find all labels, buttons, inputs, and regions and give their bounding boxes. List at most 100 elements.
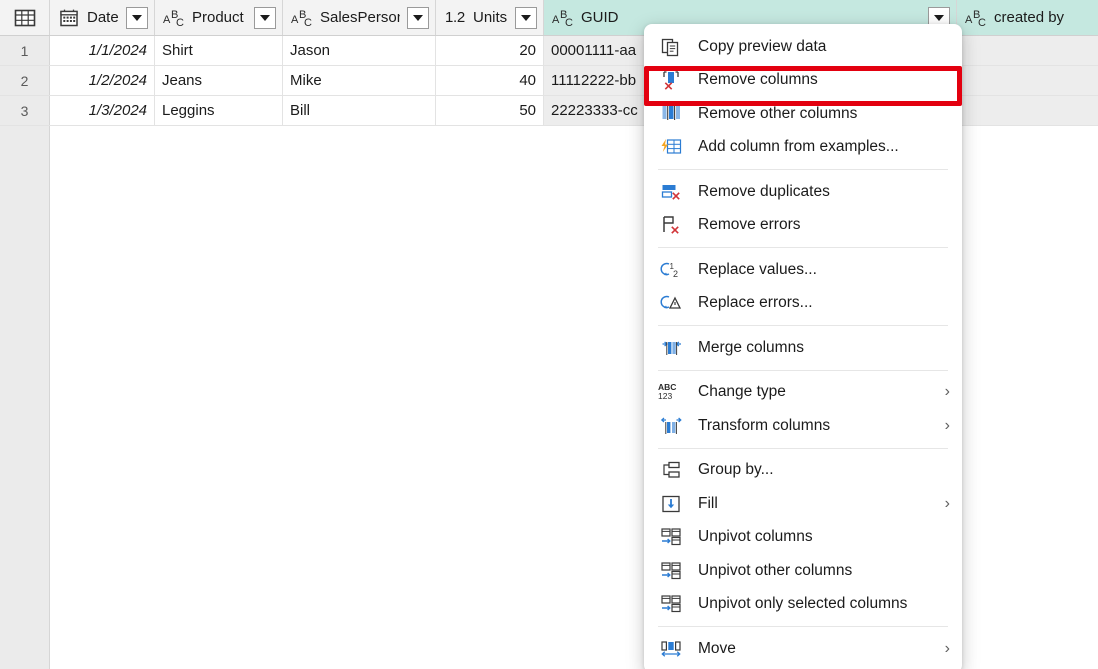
- remove-columns-icon: [656, 69, 686, 91]
- cell-salesperson[interactable]: Jason: [283, 36, 436, 65]
- cell-units[interactable]: 40: [436, 66, 544, 95]
- column-header-salesperson[interactable]: ABC SalesPerson: [283, 0, 436, 35]
- column-type-abc-text-icon: ABC: [965, 8, 987, 28]
- menu-item-remove-duplicates[interactable]: Remove duplicates: [644, 175, 962, 209]
- column-context-menu[interactable]: Copy preview data Remove columns Remove ot…: [644, 24, 962, 669]
- menu-item-move[interactable]: Move›: [644, 632, 962, 666]
- menu-item-remove-columns[interactable]: Remove columns: [644, 64, 962, 98]
- menu-item-label: Copy preview data: [698, 38, 950, 56]
- cell-units[interactable]: 50: [436, 96, 544, 125]
- column-header-label: Date: [87, 9, 119, 26]
- menu-item-label: Remove other columns: [698, 105, 950, 123]
- cell-created-by[interactable]: [957, 66, 1098, 95]
- menu-item-replace-errors[interactable]: Replace errors...: [644, 287, 962, 321]
- menu-item-label: Move: [698, 640, 934, 658]
- column-header-label: Units: [473, 9, 508, 26]
- menu-item-remove-errors[interactable]: Remove errors: [644, 209, 962, 243]
- column-filter-button[interactable]: [515, 7, 537, 29]
- menu-item-copy-preview-data[interactable]: Copy preview data: [644, 30, 962, 64]
- cell-date[interactable]: 1/1/2024: [50, 36, 155, 65]
- row-number: 2: [0, 66, 50, 95]
- menu-item-label: Fill: [698, 495, 934, 513]
- cell-date[interactable]: 1/2/2024: [50, 66, 155, 95]
- chevron-down-icon: [521, 15, 531, 21]
- menu-item-transform-columns[interactable]: Transform columns›: [644, 409, 962, 443]
- table-grid-icon: [14, 8, 36, 28]
- cell-date[interactable]: 1/3/2024: [50, 96, 155, 125]
- cell-salesperson[interactable]: Mike: [283, 66, 436, 95]
- menu-separator: [658, 325, 948, 326]
- cell-units[interactable]: 20: [436, 36, 544, 65]
- column-header-label: created by: [994, 9, 1098, 26]
- menu-item-label: Replace errors...: [698, 294, 950, 312]
- menu-item-label: Replace values...: [698, 261, 950, 279]
- chevron-right-icon: ›: [934, 383, 950, 401]
- menu-item-remove-other-columns[interactable]: Remove other columns: [644, 97, 962, 131]
- menu-item-fill[interactable]: Fill›: [644, 487, 962, 521]
- menu-item-label: Group by...: [698, 461, 950, 479]
- menu-separator: [658, 370, 948, 371]
- transform-columns-icon: [656, 415, 686, 437]
- column-header-created-by[interactable]: ABC created by: [957, 0, 1098, 35]
- copy-icon: [656, 36, 686, 58]
- menu-item-add-column-from-examples[interactable]: Add column from examples...: [644, 131, 962, 165]
- column-header-product[interactable]: ABCProduct: [155, 0, 283, 35]
- menu-item-merge-columns[interactable]: Merge columns: [644, 331, 962, 365]
- row-number: 1: [0, 36, 50, 65]
- menu-item-replace-values[interactable]: 12 Replace values...: [644, 253, 962, 287]
- chevron-down-icon: [132, 15, 142, 21]
- remove-duplicates-icon: [656, 181, 686, 203]
- cell-product[interactable]: Leggins: [155, 96, 283, 125]
- menu-separator: [658, 626, 948, 627]
- menu-item-label: Unpivot other columns: [698, 562, 950, 580]
- unpivot-other-columns-icon: [656, 560, 686, 582]
- select-all-corner-button[interactable]: [0, 0, 50, 35]
- power-query-editor: Date ABCProduct ABC SalesPerson 1.2 Units ABC G…: [0, 0, 1098, 669]
- remove-errors-icon: [656, 214, 686, 236]
- chevron-down-icon: [934, 15, 944, 21]
- chevron-right-icon: ›: [934, 640, 950, 658]
- move-icon: [656, 638, 686, 660]
- replace-errors-icon: [656, 292, 686, 314]
- menu-separator: [658, 448, 948, 449]
- column-filter-button[interactable]: [407, 7, 429, 29]
- merge-columns-icon: [656, 337, 686, 359]
- cell-product[interactable]: Jeans: [155, 66, 283, 95]
- row-number: 3: [0, 96, 50, 125]
- menu-item-unpivot-only-selected-columns[interactable]: Unpivot only selected columns: [644, 588, 962, 622]
- column-header-label: SalesPerson: [320, 9, 400, 26]
- menu-item-label: Add column from examples...: [698, 138, 950, 156]
- column-filter-button[interactable]: [126, 7, 148, 29]
- menu-separator: [658, 247, 948, 248]
- unpivot-selected-icon: [656, 593, 686, 615]
- column-header-date[interactable]: Date: [50, 0, 155, 35]
- chevron-right-icon: ›: [934, 417, 950, 435]
- cell-created-by[interactable]: [957, 96, 1098, 125]
- chevron-right-icon: ›: [934, 495, 950, 513]
- column-type-number-icon: 1.2: [444, 8, 466, 28]
- menu-item-label: Remove errors: [698, 216, 950, 234]
- column-header-label: Product: [192, 9, 247, 26]
- menu-item-label: Change type: [698, 383, 934, 401]
- svg-text:2: 2: [673, 269, 678, 279]
- menu-item-unpivot-columns[interactable]: Unpivot columns: [644, 521, 962, 555]
- column-type-calendar-icon: [58, 8, 80, 28]
- menu-item-label: Merge columns: [698, 339, 950, 357]
- menu-item-group-by[interactable]: Group by...: [644, 454, 962, 488]
- menu-item-label: Unpivot columns: [698, 528, 950, 546]
- menu-item-change-type[interactable]: ABC123 Change type›: [644, 376, 962, 410]
- change-type-icon: ABC123: [656, 381, 686, 403]
- column-filter-button[interactable]: [254, 7, 276, 29]
- menu-item-unpivot-other-columns[interactable]: Unpivot other columns: [644, 554, 962, 588]
- menu-item-label: Transform columns: [698, 417, 934, 435]
- replace-values-icon: 12: [656, 259, 686, 281]
- menu-item-label: Remove columns: [698, 71, 950, 89]
- add-column-examples-icon: [656, 136, 686, 158]
- group-by-icon: [656, 459, 686, 481]
- column-header-units[interactable]: 1.2 Units: [436, 0, 544, 35]
- chevron-down-icon: [413, 15, 423, 21]
- cell-product[interactable]: Shirt: [155, 36, 283, 65]
- column-type-abc-text-icon: ABC: [291, 8, 313, 28]
- cell-created-by[interactable]: [957, 36, 1098, 65]
- cell-salesperson[interactable]: Bill: [283, 96, 436, 125]
